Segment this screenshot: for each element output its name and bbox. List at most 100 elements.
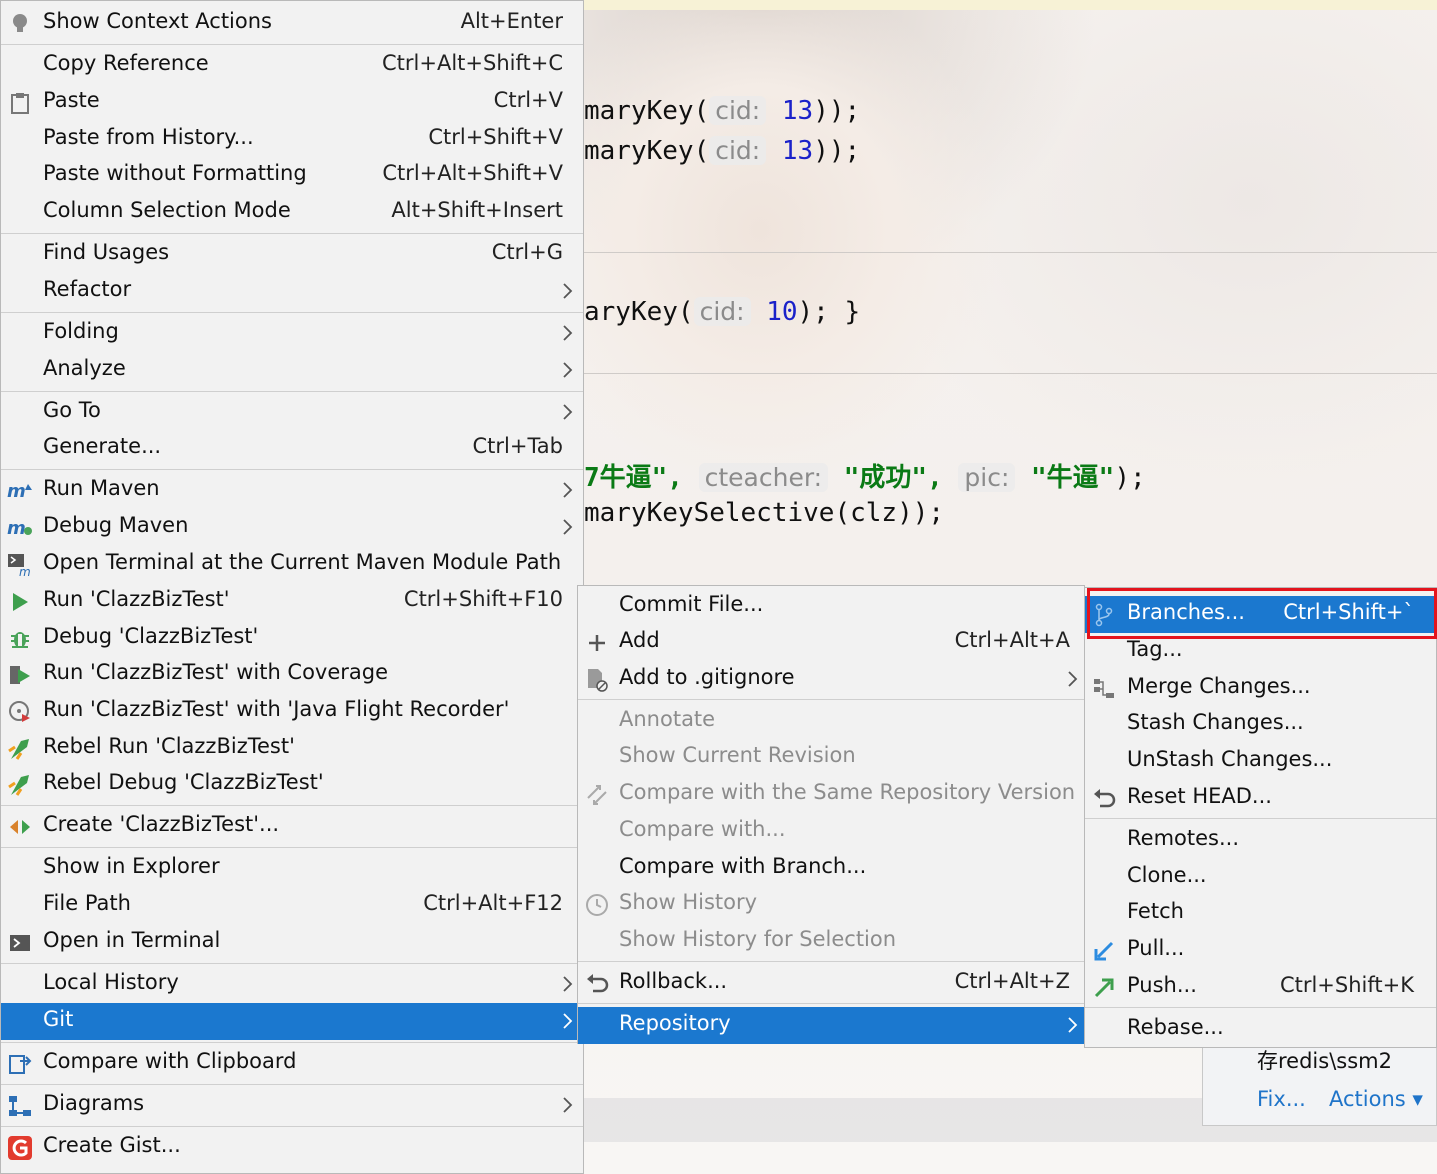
menu-item-merge-changes[interactable]: Merge Changes...	[1085, 670, 1436, 707]
menu-item-create-config[interactable]: Create 'ClazzBizTest'...	[1, 808, 583, 845]
submenu-arrow-icon	[563, 976, 573, 992]
merge-icon	[1091, 676, 1117, 702]
menu-item-copy-reference[interactable]: Copy Reference Ctrl+Alt+Shift+C	[1, 47, 583, 84]
fix-link[interactable]: Fix...	[1257, 1087, 1306, 1111]
menu-item-reset-head[interactable]: Reset HEAD...	[1085, 780, 1436, 817]
annotation-highlight-box	[1087, 588, 1437, 639]
menu-divider	[1, 233, 583, 234]
menu-divider	[1, 469, 583, 470]
menu-item-compare-with[interactable]: Compare with...	[578, 813, 1084, 850]
debug-icon	[7, 626, 33, 652]
code-line: maryKey(cid: 13));	[584, 136, 861, 166]
menu-item-debug-test[interactable]: Debug 'ClazzBizTest'	[1, 620, 583, 657]
menu-divider	[578, 699, 1084, 700]
menu-divider	[1, 805, 583, 806]
maven-run-icon: m	[7, 478, 33, 504]
menu-item-stash-changes[interactable]: Stash Changes...	[1085, 706, 1436, 743]
menu-item-pull[interactable]: Pull...	[1085, 932, 1436, 969]
rollback-icon	[584, 971, 610, 997]
menu-item-show-context-actions[interactable]: Show Context Actions Alt+Enter	[1, 5, 583, 42]
context-menu: Show Context Actions Alt+Enter Copy Refe…	[0, 0, 584, 1174]
menu-item-paste-without-formatting[interactable]: Paste without Formatting Ctrl+Alt+Shift+…	[1, 157, 583, 194]
coverage-icon	[7, 662, 33, 688]
compare-clipboard-icon	[7, 1051, 33, 1077]
menu-item-show-history-selection[interactable]: Show History for Selection	[578, 923, 1084, 960]
menu-item-commit-file[interactable]: Commit File...	[578, 588, 1084, 625]
menu-item-rollback[interactable]: Rollback... Ctrl+Alt+Z	[578, 965, 1084, 1002]
menu-item-compare-same-version[interactable]: Compare with the Same Repository Version	[578, 776, 1084, 813]
menu-item-rebase[interactable]: Rebase...	[1085, 1011, 1436, 1048]
menu-item-fetch[interactable]: Fetch	[1085, 895, 1436, 932]
menu-item-remotes[interactable]: Remotes...	[1085, 822, 1436, 859]
menu-item-show-history[interactable]: Show History	[578, 886, 1084, 923]
menu-item-open-terminal-maven[interactable]: m Open Terminal at the Current Maven Mod…	[1, 546, 583, 583]
menu-item-find-usages[interactable]: Find Usages Ctrl+G	[1, 236, 583, 273]
menu-item-folding[interactable]: Folding	[1, 315, 583, 352]
menu-item-add-gitignore[interactable]: Add to .gitignore	[578, 661, 1084, 698]
menu-item-local-history[interactable]: Local History	[1, 966, 583, 1003]
submenu-arrow-icon	[563, 519, 573, 535]
menu-item-debug-maven[interactable]: m Debug Maven	[1, 509, 583, 546]
menu-item-generate[interactable]: Generate... Ctrl+Tab	[1, 430, 583, 467]
menu-item-compare-clipboard[interactable]: Compare with Clipboard	[1, 1045, 583, 1082]
history-icon	[584, 892, 610, 918]
reset-icon	[1091, 786, 1117, 812]
submenu-arrow-icon	[1068, 1017, 1078, 1033]
clipboard-icon	[7, 90, 33, 116]
maven-terminal-icon: m	[7, 552, 33, 578]
menu-item-run-flight-recorder[interactable]: Run 'ClazzBizTest' with 'Java Flight Rec…	[1, 693, 583, 730]
compare-icon	[584, 782, 610, 808]
rebel-debug-icon	[7, 772, 33, 798]
menu-item-paste-from-history[interactable]: Paste from History... Ctrl+Shift+V	[1, 121, 583, 158]
run-icon	[7, 589, 33, 615]
create-config-icon	[7, 814, 33, 840]
menu-item-repository[interactable]: Repository	[578, 1007, 1084, 1044]
submenu-arrow-icon	[563, 1097, 573, 1113]
menu-item-clone[interactable]: Clone...	[1085, 859, 1436, 896]
method-separator	[584, 373, 1437, 374]
menu-item-run-test[interactable]: Run 'ClazzBizTest' Ctrl+Shift+F10	[1, 583, 583, 620]
plus-icon	[584, 630, 610, 656]
menu-item-create-gist[interactable]: Create Gist...	[1, 1129, 583, 1166]
menu-item-add[interactable]: Add Ctrl+Alt+A	[578, 624, 1084, 661]
menu-item-analyze[interactable]: Analyze	[1, 352, 583, 389]
editor-top-strip	[584, 0, 1437, 10]
menu-item-file-path[interactable]: File Path Ctrl+Alt+F12	[1, 887, 583, 924]
submenu-arrow-icon	[563, 404, 573, 420]
menu-item-run-coverage[interactable]: Run 'ClazzBizTest' with Coverage	[1, 656, 583, 693]
menu-item-go-to[interactable]: Go To	[1, 394, 583, 431]
menu-item-annotate[interactable]: Annotate	[578, 703, 1084, 740]
lightbulb-icon	[7, 11, 33, 37]
menu-item-compare-with-branch[interactable]: Compare with Branch...	[578, 850, 1084, 887]
menu-item-git[interactable]: Git	[1, 1003, 583, 1040]
menu-item-show-in-explorer[interactable]: Show in Explorer	[1, 850, 583, 887]
actions-link[interactable]: Actions ▾	[1329, 1087, 1423, 1111]
menu-item-rebel-run[interactable]: Rebel Run 'ClazzBizTest'	[1, 730, 583, 767]
menu-divider	[1085, 818, 1436, 819]
code-line: 7牛逼", cteacher: "成功", pic: "牛逼");	[584, 463, 1146, 493]
menu-divider	[1085, 1007, 1436, 1008]
code-line: maryKeySelective(clz));	[584, 498, 945, 528]
menu-divider	[1, 847, 583, 848]
menu-item-paste[interactable]: Paste Ctrl+V	[1, 84, 583, 121]
menu-item-rebel-debug[interactable]: Rebel Debug 'ClazzBizTest'	[1, 766, 583, 803]
menu-item-run-maven[interactable]: m Run Maven	[1, 472, 583, 509]
maven-debug-icon: m	[7, 515, 33, 541]
code-line: aryKey(cid: 10); }	[584, 297, 861, 327]
menu-divider	[1, 1126, 583, 1127]
submenu-arrow-icon	[563, 325, 573, 341]
submenu-arrow-icon	[563, 1013, 573, 1029]
menu-item-diagrams[interactable]: Diagrams	[1, 1087, 583, 1124]
menu-item-open-in-terminal[interactable]: Open in Terminal	[1, 924, 583, 961]
menu-item-unstash-changes[interactable]: UnStash Changes...	[1085, 743, 1436, 780]
menu-item-refactor[interactable]: Refactor	[1, 273, 583, 310]
menu-item-push[interactable]: Push... Ctrl+Shift+K	[1085, 969, 1436, 1006]
menu-divider	[1, 391, 583, 392]
menu-divider	[1, 312, 583, 313]
gitignore-icon	[584, 667, 610, 693]
method-separator	[584, 252, 1437, 253]
flight-recorder-icon	[7, 699, 33, 725]
menu-item-column-selection-mode[interactable]: Column Selection Mode Alt+Shift+Insert	[1, 194, 583, 231]
menu-item-show-current-revision[interactable]: Show Current Revision	[578, 739, 1084, 776]
push-icon	[1091, 975, 1117, 1001]
